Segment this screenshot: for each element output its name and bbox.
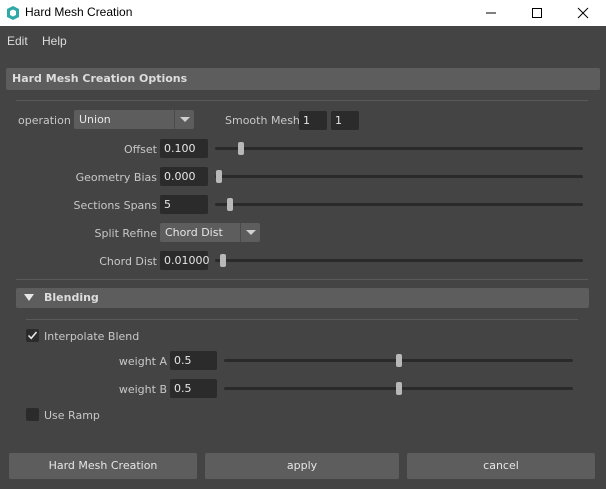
operation-value: Union: [79, 113, 111, 126]
weight-b-label: weight B: [118, 383, 167, 396]
split-refine-label: Split Refine: [94, 227, 157, 240]
sections-spans-field[interactable]: 5: [160, 195, 208, 214]
slider-track: [215, 259, 583, 262]
offset-field[interactable]: 0.100: [160, 139, 208, 158]
chevron-down-icon: [174, 110, 194, 129]
weight-b-field[interactable]: 0.5: [170, 379, 217, 398]
cancel-button[interactable]: cancel: [407, 453, 595, 479]
hard-mesh-creation-button[interactable]: Hard Mesh Creation: [9, 453, 197, 479]
slider-track: [215, 147, 583, 150]
use-ramp-label: Use Ramp: [44, 409, 100, 422]
interpolate-blend-checkbox[interactable]: [26, 329, 39, 342]
geometry-bias-slider[interactable]: [215, 170, 583, 183]
slider-thumb[interactable]: [226, 198, 233, 211]
chevron-down-icon: [240, 223, 260, 242]
slider-thumb[interactable]: [237, 142, 244, 155]
operation-label: operation: [18, 114, 71, 127]
slider-thumb[interactable]: [216, 170, 222, 183]
offset-slider[interactable]: [215, 142, 583, 155]
chord-dist-label: Chord Dist: [99, 255, 157, 268]
apply-button[interactable]: apply: [205, 453, 399, 479]
minimize-icon: [486, 12, 496, 14]
slider-track: [215, 203, 583, 206]
sections-spans-label: Sections Spans: [73, 199, 157, 212]
offset-label: Offset: [123, 143, 157, 156]
chord-dist-slider[interactable]: [215, 254, 583, 267]
slider-thumb[interactable]: [395, 354, 402, 367]
weight-a-field[interactable]: 0.5: [170, 351, 217, 370]
checkmark-icon: [27, 331, 38, 340]
maya-app-icon: [7, 6, 19, 20]
sections-spans-slider[interactable]: [215, 198, 583, 211]
close-button[interactable]: [560, 0, 606, 26]
operation-dropdown[interactable]: Union: [74, 110, 194, 129]
divider: [26, 319, 578, 320]
slider-thumb[interactable]: [395, 382, 402, 395]
geometry-bias-label: Geometry Bias: [75, 171, 157, 184]
menu-help[interactable]: Help: [42, 34, 67, 48]
menu-edit[interactable]: Edit: [7, 34, 28, 48]
title-bar: Hard Mesh Creation: [0, 0, 606, 26]
divider: [16, 279, 588, 280]
weight-a-slider[interactable]: [224, 354, 573, 367]
options-section-title: Hard Mesh Creation Options: [12, 72, 188, 85]
split-refine-dropdown[interactable]: Chord Dist: [160, 223, 260, 242]
use-ramp-checkbox[interactable]: [26, 408, 39, 421]
split-refine-value: Chord Dist: [165, 226, 223, 239]
smooth-mesh-field-1[interactable]: 1: [299, 111, 327, 130]
geometry-bias-field[interactable]: 0.000: [160, 167, 208, 186]
smooth-mesh-label: Smooth Mesh: [225, 114, 300, 127]
close-icon: [577, 7, 589, 19]
smooth-mesh-field-2[interactable]: 1: [331, 111, 359, 130]
weight-b-slider[interactable]: [224, 382, 573, 395]
blending-frame-header[interactable]: Blending: [16, 288, 589, 308]
maximize-button[interactable]: [514, 0, 560, 26]
options-section-header: Hard Mesh Creation Options: [6, 68, 600, 90]
maximize-icon: [532, 8, 542, 18]
minimize-button[interactable]: [468, 0, 514, 26]
slider-thumb[interactable]: [219, 254, 226, 267]
menu-bar: Edit Help: [0, 26, 606, 55]
chord-dist-field[interactable]: 0.01000: [160, 251, 210, 270]
weight-a-label: weight A: [118, 355, 167, 368]
window-title: Hard Mesh Creation: [25, 5, 133, 19]
divider: [16, 100, 588, 101]
interpolate-blend-label: Interpolate Blend: [44, 330, 140, 343]
slider-track: [215, 175, 583, 178]
collapse-triangle-icon: [24, 294, 34, 301]
blending-title: Blending: [44, 291, 99, 304]
